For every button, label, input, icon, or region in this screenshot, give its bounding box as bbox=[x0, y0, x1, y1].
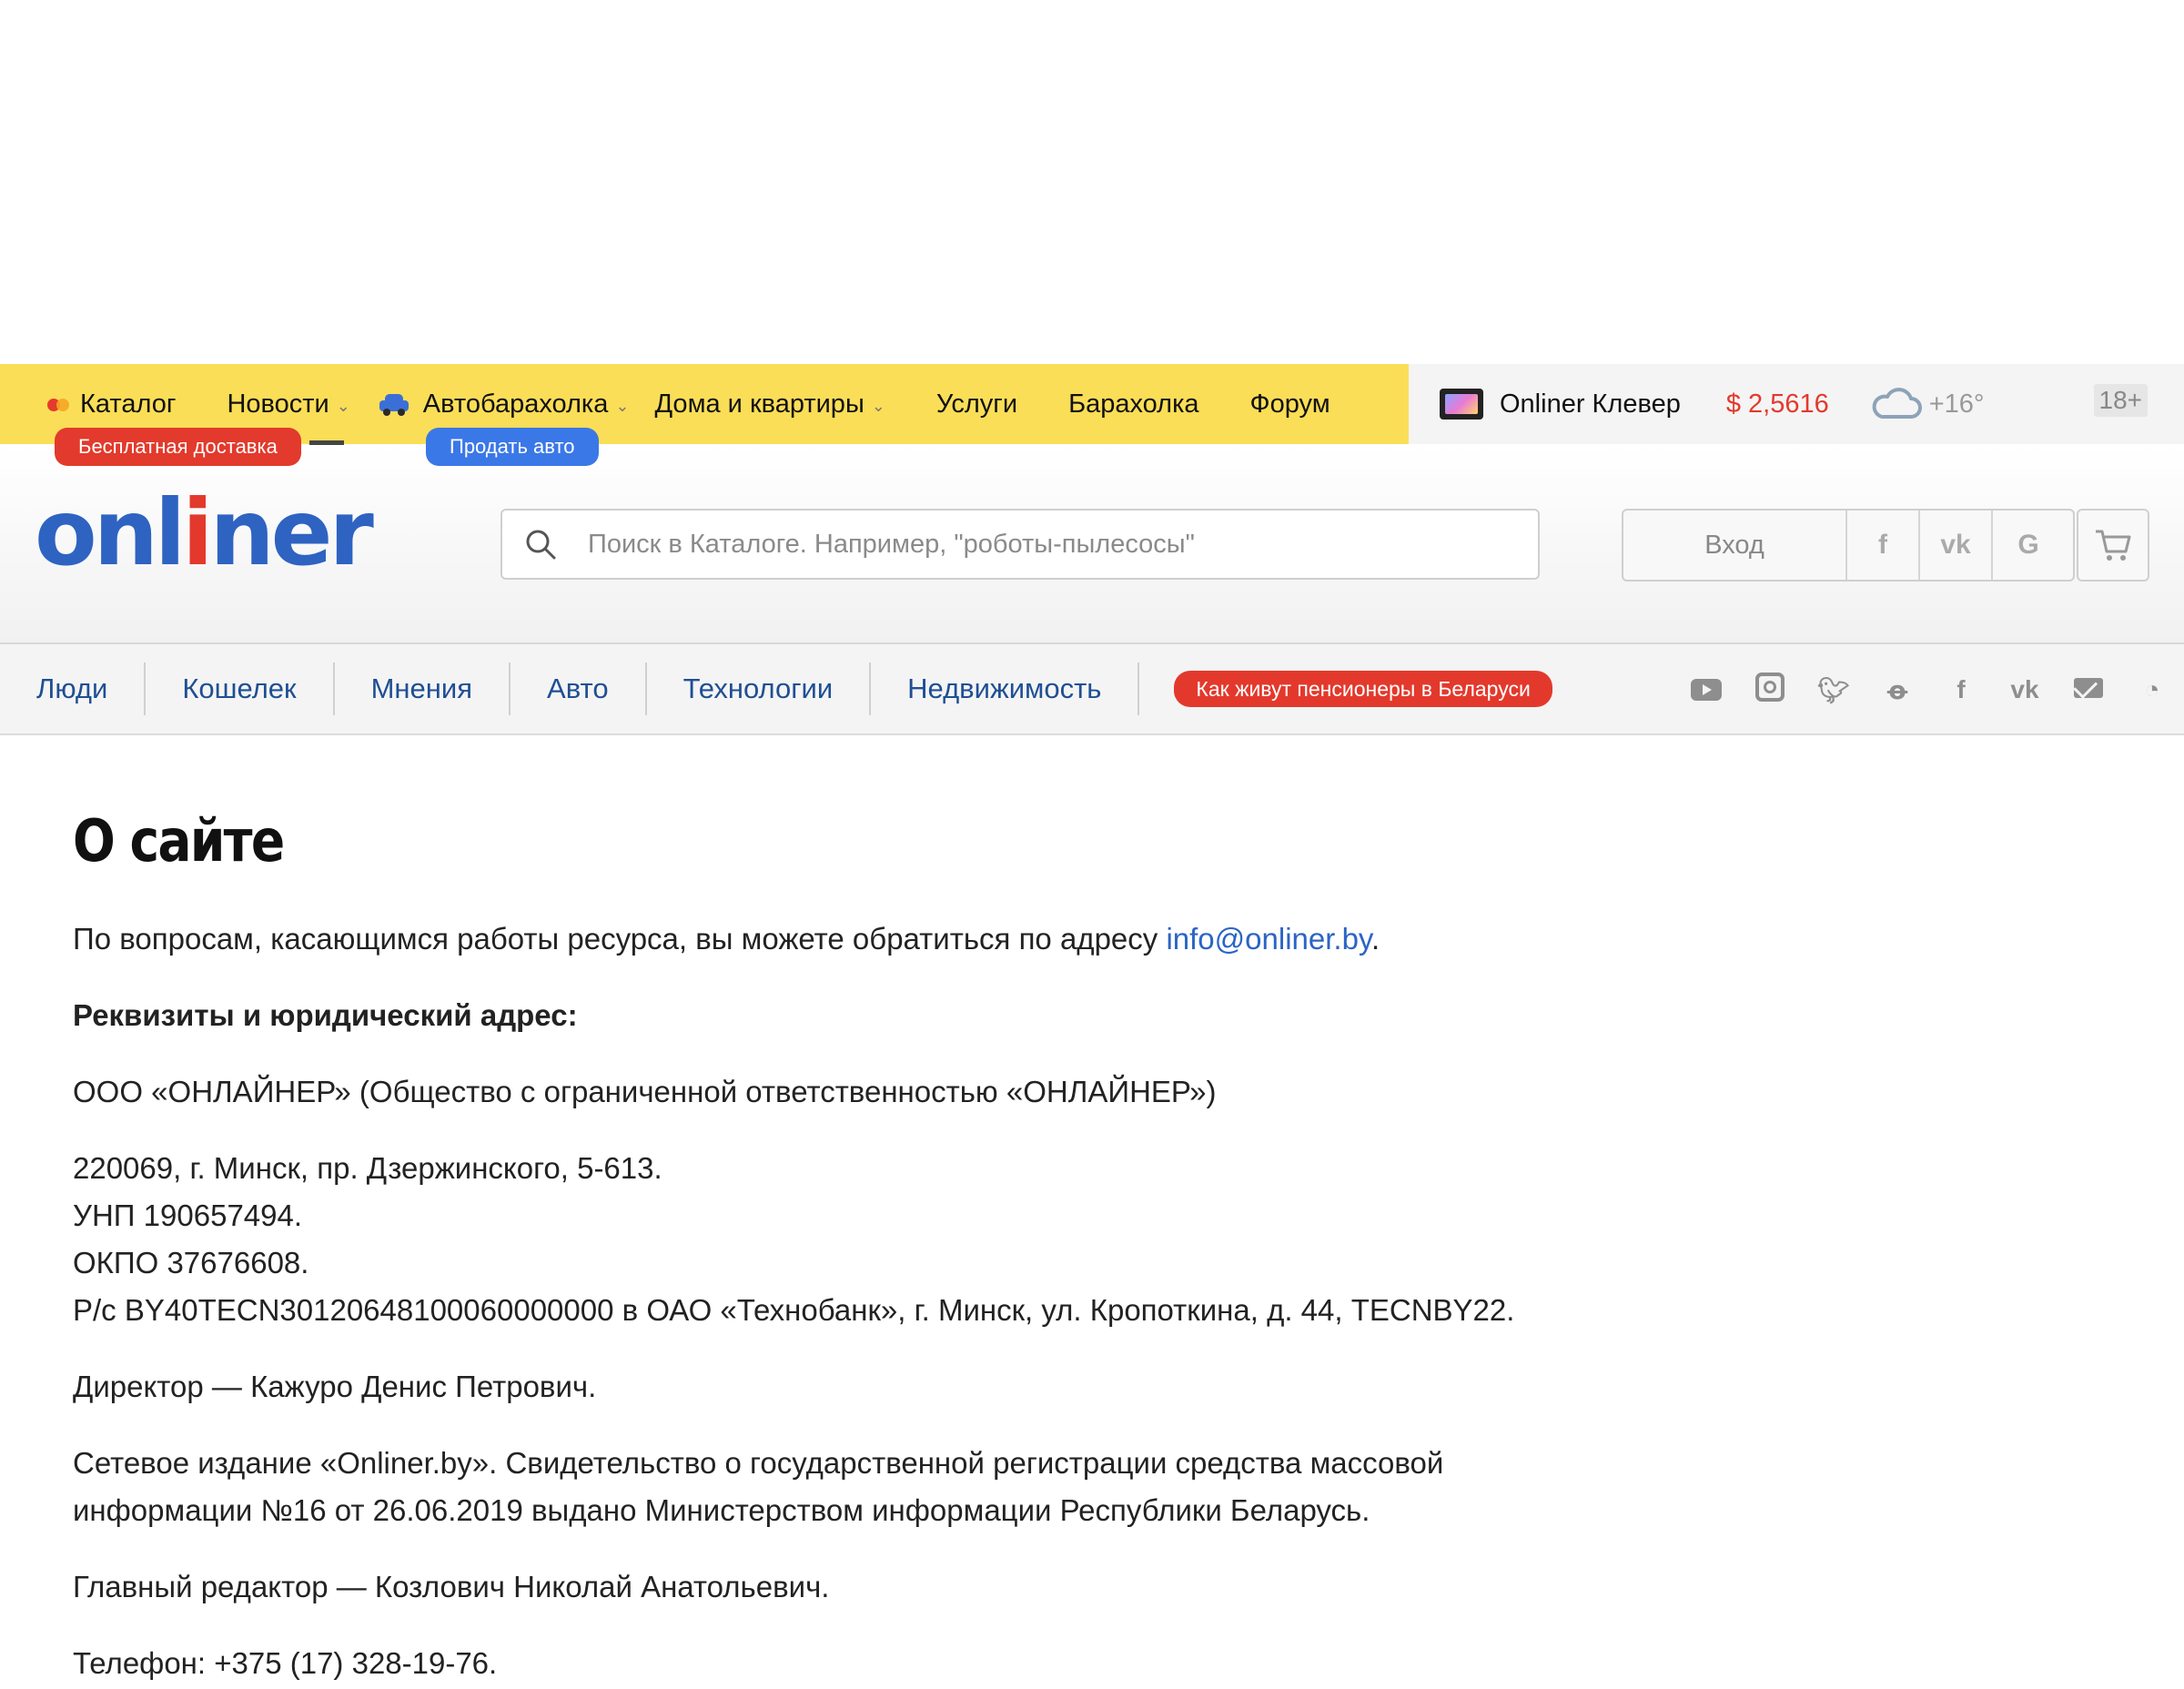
search-box bbox=[500, 509, 1540, 580]
search-input[interactable] bbox=[586, 528, 1538, 561]
top-nav-baraholka-label: Барахолка bbox=[1068, 389, 1199, 419]
news-category-auto[interactable]: Авто bbox=[511, 662, 647, 715]
media-line: информации №16 от 26.06.2019 выдано Мини… bbox=[73, 1493, 1370, 1527]
clever-icon[interactable] bbox=[1440, 389, 1483, 420]
cart-icon bbox=[2096, 530, 2131, 561]
chevron-down-icon: ⌄ bbox=[871, 396, 885, 415]
facebook-login-icon[interactable]: f bbox=[1847, 511, 1920, 580]
google-login-icon[interactable]: G bbox=[1993, 511, 2064, 580]
catalog-dots-icon bbox=[46, 397, 71, 411]
onliner-logo[interactable]: onliner bbox=[35, 488, 374, 579]
main-content: О сайте По вопросам, касающимся работы р… bbox=[0, 735, 2184, 1687]
media-line: Сетевое издание «Onliner.by». Свидетельс… bbox=[73, 1446, 1444, 1480]
top-nav-forum[interactable]: Форум bbox=[1250, 364, 1330, 444]
clever-link[interactable]: Onliner Клевер bbox=[1500, 389, 1681, 420]
login-button[interactable]: Вход bbox=[1623, 511, 1847, 580]
odnoklassniki-icon[interactable]: ꝋ bbox=[1866, 675, 1929, 705]
top-nav-services-label: Услуги bbox=[935, 389, 1018, 419]
requisites-heading-text: Реквизиты и юридический адрес: bbox=[73, 998, 578, 1032]
youtube-icon[interactable] bbox=[1674, 679, 1738, 701]
bank-account: Р/с BY40TECN30120648100060000000 в ОАО «… bbox=[73, 1293, 1515, 1327]
top-nav-services[interactable]: Услуги bbox=[936, 364, 1017, 444]
header: onliner Вход f vk G bbox=[0, 444, 2184, 644]
logo-part: onl bbox=[35, 480, 186, 586]
page-title: О сайте bbox=[73, 808, 285, 875]
chief-editor: Главный редактор — Козлович Николай Анат… bbox=[73, 1570, 830, 1603]
director: Директор — Кажуро Денис Петрович. bbox=[73, 1370, 597, 1403]
phone: Телефон: +375 (17) 328-19-76. bbox=[73, 1646, 498, 1680]
news-category-realty[interactable]: Недвижимость bbox=[871, 662, 1140, 715]
logo-part: ner bbox=[209, 480, 373, 586]
logo-part: i bbox=[182, 480, 213, 586]
twitter-icon[interactable]: 🐦︎ bbox=[1802, 675, 1866, 705]
instagram-icon[interactable] bbox=[1738, 672, 1802, 708]
weather-temperature: +16° bbox=[1928, 389, 1985, 419]
ad-space bbox=[0, 0, 2184, 364]
social-links: 🐦︎ ꝋ f vk ◔ bbox=[1674, 644, 2184, 735]
unp: УНП 190657494. bbox=[73, 1198, 303, 1232]
news-underline bbox=[309, 440, 344, 445]
contact-paragraph: По вопросам, касающимся работы ресурса, … bbox=[73, 915, 1529, 963]
mail-icon[interactable] bbox=[2057, 675, 2120, 704]
free-delivery-badge[interactable]: Бесплатная доставка bbox=[55, 428, 301, 466]
top-navigation: Каталог Новости ⌄ Автобарахолка ⌄ Дома и… bbox=[0, 364, 2184, 466]
sell-car-badge[interactable]: Продать авто bbox=[426, 428, 599, 466]
contact-end: . bbox=[1370, 922, 1380, 956]
company-name: ООО «ОНЛАЙНЕР» (Общество с ограниченной … bbox=[73, 1075, 1217, 1108]
media-registration: Сетевое издание «Onliner.by». Свидетельс… bbox=[73, 1440, 1529, 1534]
auth-panel: Вход f vk G bbox=[1622, 509, 2075, 582]
top-nav-extras: Onliner Клевер $ 2,5616 +16° 18+ bbox=[1409, 364, 2184, 444]
top-nav-yellow: Каталог Новости ⌄ Автобарахолка ⌄ Дома и… bbox=[0, 364, 1409, 466]
cart-button[interactable] bbox=[2077, 509, 2149, 582]
vk-icon[interactable]: vk bbox=[1993, 675, 2057, 704]
top-nav-realty-label: Дома и квартиры bbox=[654, 389, 864, 419]
contact-email-link[interactable]: info@onliner.by bbox=[1166, 922, 1371, 956]
cloud-icon bbox=[1872, 388, 1922, 419]
weather[interactable]: +16° bbox=[1869, 386, 1985, 422]
currency-rate[interactable]: $ 2,5616 bbox=[1726, 389, 1829, 420]
promo-badge[interactable]: Как живут пенсионеры в Беларуси bbox=[1174, 671, 1552, 707]
news-category-opinions[interactable]: Мнения bbox=[335, 662, 511, 715]
rss-icon[interactable]: ◔ bbox=[2120, 675, 2184, 704]
news-category-tech[interactable]: Технологии bbox=[647, 662, 872, 715]
news-navigation: Люди Кошелек Мнения Авто Технологии Недв… bbox=[0, 644, 2184, 735]
contact-text: По вопросам, касающимся работы ресурса, … bbox=[73, 922, 1167, 956]
search-icon bbox=[526, 530, 556, 560]
facebook-icon[interactable]: f bbox=[1929, 675, 1993, 704]
news-category-wallet[interactable]: Кошелек bbox=[146, 662, 335, 715]
top-nav-baraholka[interactable]: Барахолка bbox=[1068, 364, 1198, 444]
okpo: ОКПО 37676608. bbox=[73, 1246, 309, 1279]
top-nav-forum-label: Форум bbox=[1249, 389, 1330, 419]
top-nav-realty[interactable]: Дома и квартиры ⌄ bbox=[654, 364, 885, 444]
legal-address: 220069, г. Минск, пр. Дзержинского, 5-61… bbox=[73, 1151, 662, 1185]
requisites-heading: Реквизиты и юридический адрес: bbox=[73, 992, 1529, 1039]
car-icon bbox=[379, 393, 409, 416]
chevron-down-icon: ⌄ bbox=[615, 396, 630, 415]
chevron-down-icon: ⌄ bbox=[336, 396, 350, 415]
age-badge: 18+ bbox=[2093, 384, 2148, 417]
news-category-people[interactable]: Люди bbox=[0, 662, 147, 715]
vk-login-icon[interactable]: vk bbox=[1920, 511, 1993, 580]
